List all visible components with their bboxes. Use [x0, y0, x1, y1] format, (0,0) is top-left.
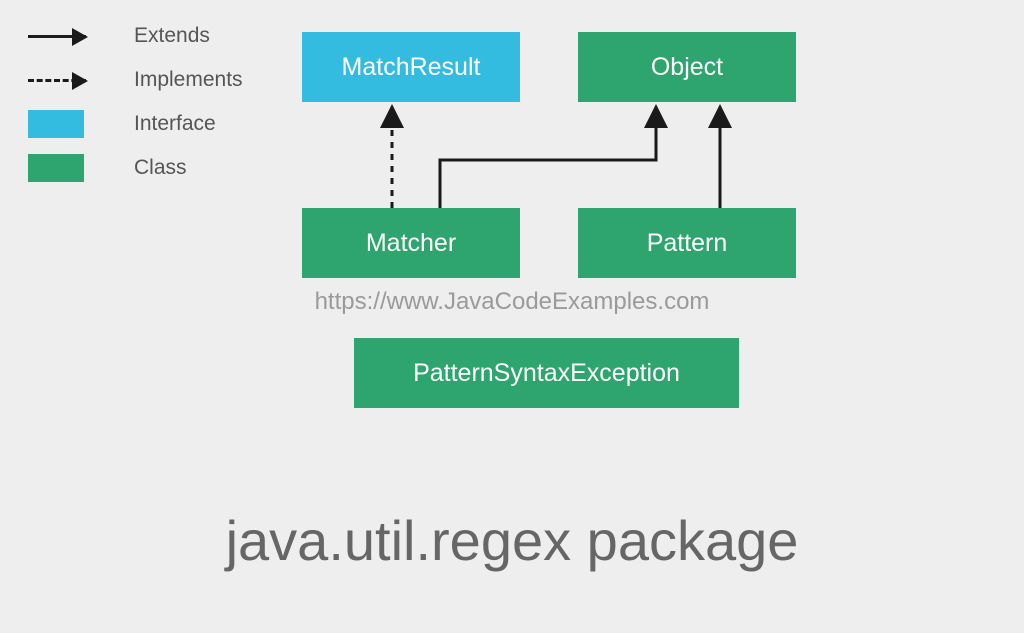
- legend-row-class: Class: [28, 152, 243, 184]
- node-label: PatternSyntaxException: [413, 359, 680, 388]
- node-label: Pattern: [647, 229, 728, 258]
- node-patternsyntaxexception: PatternSyntaxException: [354, 338, 739, 408]
- arrow-dashed-icon: [28, 79, 118, 82]
- watermark: https://www.JavaCodeExamples.com: [0, 288, 1024, 316]
- legend-row-interface: Interface: [28, 108, 243, 140]
- node-label: MatchResult: [342, 53, 481, 82]
- swatch-interface-icon: [28, 110, 118, 138]
- arrow-solid-icon: [28, 35, 118, 38]
- legend-label-extends: Extends: [134, 24, 210, 48]
- legend-label-interface: Interface: [134, 112, 216, 136]
- legend-row-implements: Implements: [28, 64, 243, 96]
- node-pattern: Pattern: [578, 208, 796, 278]
- legend-row-extends: Extends: [28, 20, 243, 52]
- legend-label-implements: Implements: [134, 68, 243, 92]
- swatch-class-icon: [28, 154, 118, 182]
- legend-label-class: Class: [134, 156, 187, 180]
- node-label: Object: [651, 53, 723, 82]
- node-matchresult: MatchResult: [302, 32, 520, 102]
- node-label: Matcher: [366, 229, 456, 258]
- diagram-title: java.util.regex package: [0, 508, 1024, 573]
- node-object: Object: [578, 32, 796, 102]
- edge-matcher-object: [440, 110, 656, 208]
- legend: Extends Implements Interface Class: [28, 20, 243, 196]
- node-matcher: Matcher: [302, 208, 520, 278]
